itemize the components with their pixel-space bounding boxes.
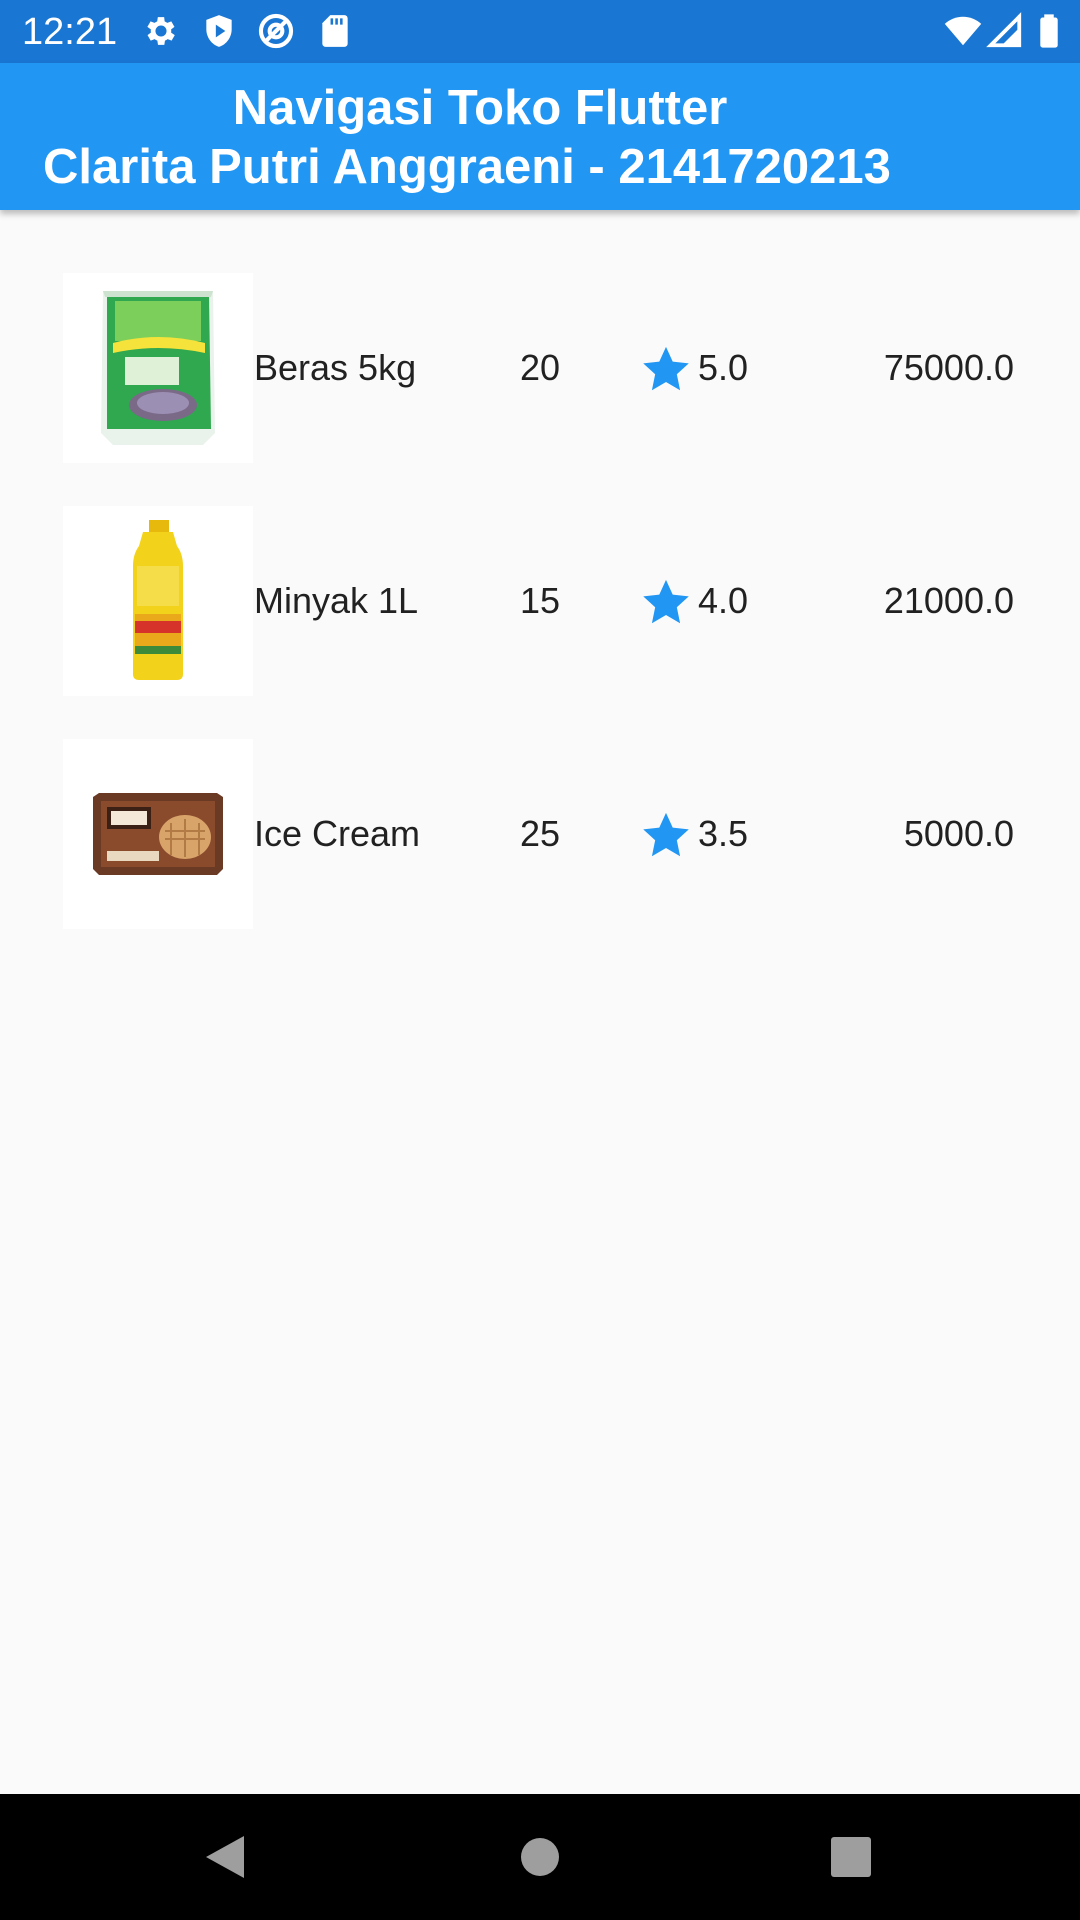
product-stock: 20 — [519, 347, 561, 388]
navigation-bar — [0, 1794, 1080, 1920]
list-item[interactable]: Beras 5kg 20 5.0 75000.0 — [0, 273, 1080, 463]
wifi-icon — [944, 12, 982, 50]
product-name: Ice Cream — [254, 813, 421, 854]
product-stock: 15 — [519, 580, 561, 621]
status-time: 12:21 — [22, 11, 118, 53]
oil-bottle-image — [63, 506, 253, 696]
at-sign-icon — [257, 12, 295, 50]
app-title: Navigasi Toko Flutter — [232, 81, 728, 135]
signal-icon — [986, 12, 1024, 50]
ice-cream-image — [63, 739, 253, 929]
product-rating: 5.0 — [698, 347, 749, 388]
product-rating: 4.0 — [698, 580, 749, 621]
app-bar: Navigasi Toko Flutter Clarita Putri Angg… — [0, 63, 1080, 210]
app-subtitle: Clarita Putri Anggraeni - 2141720213 — [43, 140, 891, 194]
product-name: Minyak 1L — [254, 580, 419, 621]
star-icon — [640, 343, 692, 395]
product-name: Beras 5kg — [254, 347, 417, 388]
status-bar: 12:21 — [0, 0, 1080, 63]
recents-icon[interactable] — [818, 1824, 884, 1890]
star-icon — [640, 809, 692, 861]
shield-play-icon — [200, 12, 238, 50]
battery-icon — [1030, 12, 1068, 50]
home-icon[interactable] — [507, 1824, 573, 1890]
product-rating: 3.5 — [698, 813, 749, 854]
list-item[interactable]: Ice Cream 25 3.5 5000.0 — [0, 739, 1080, 929]
list-item[interactable]: Minyak 1L 15 4.0 21000.0 — [0, 506, 1080, 696]
star-icon — [640, 576, 692, 628]
sd-card-icon — [316, 12, 354, 50]
rice-bag-image — [63, 273, 253, 463]
gear-icon — [142, 12, 180, 50]
product-price: 75000.0 — [883, 347, 1014, 388]
product-stock: 25 — [519, 813, 561, 854]
back-icon[interactable] — [192, 1824, 258, 1890]
product-price: 21000.0 — [883, 580, 1014, 621]
product-price: 5000.0 — [903, 813, 1014, 854]
